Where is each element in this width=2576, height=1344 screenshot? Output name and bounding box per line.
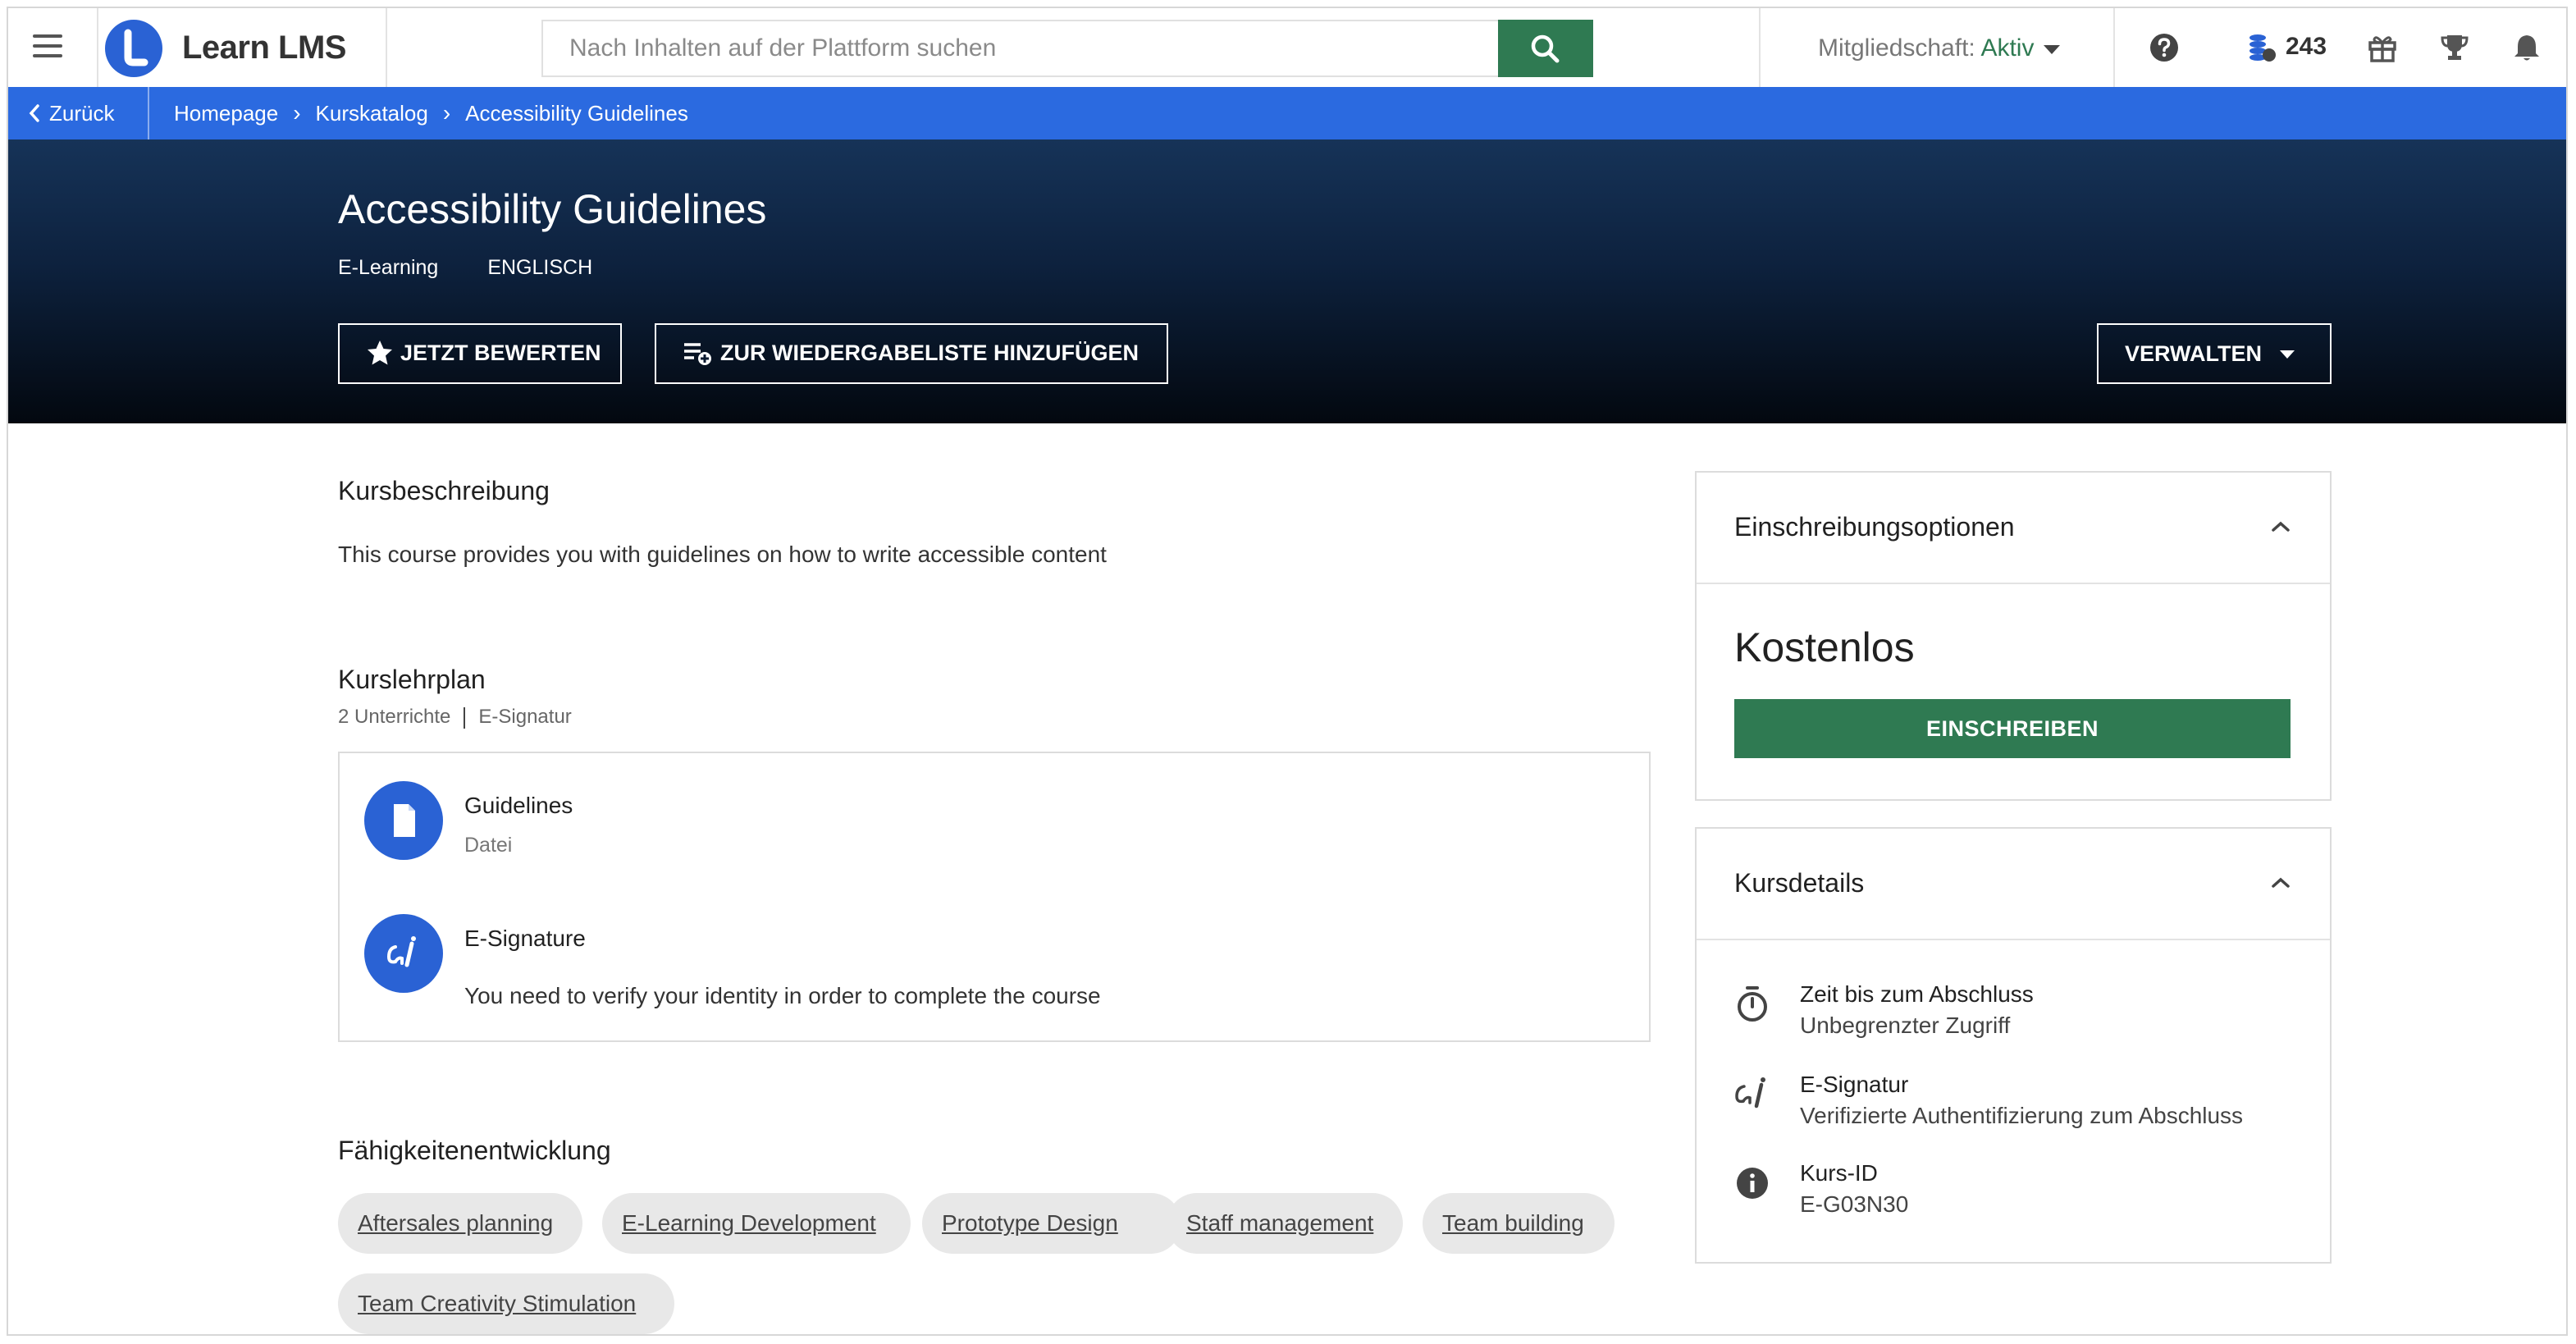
search-icon — [1531, 34, 1560, 62]
skill-tag[interactable]: Team Creativity Stimulation — [338, 1273, 674, 1334]
breadcrumb-homepage[interactable]: Homepage — [174, 87, 278, 139]
skills-heading: Fähigkeitenentwicklung — [338, 1136, 611, 1165]
star-icon — [368, 340, 392, 365]
chevron-down-icon — [2280, 350, 2295, 359]
enrollment-card: Einschreibungsoptionen Kostenlos EINSCHR… — [1695, 471, 2332, 801]
chevron-left-icon — [29, 104, 39, 122]
coins-icon[interactable] — [2245, 31, 2277, 64]
add-to-playlist-button[interactable]: ZUR WIEDERGABELISTE HINZUFÜGEN — [655, 323, 1168, 384]
rate-button-label: JETZT BEWERTEN — [400, 341, 601, 366]
breadcrumb-divider — [148, 87, 149, 139]
help-icon[interactable] — [2148, 31, 2181, 64]
gift-icon[interactable] — [2366, 31, 2399, 64]
lessons-count: 2 Unterrichte — [338, 706, 451, 728]
header-divider — [2113, 8, 2115, 87]
curriculum-item-title: E-Signature — [464, 926, 586, 951]
chevron-right-icon: › — [293, 100, 301, 126]
chevron-up-icon — [2272, 521, 2290, 532]
manage-button-label: VERWALTEN — [2125, 341, 2263, 366]
detail-row-esignature: E-Signatur Verifizierte Authentifizierun… — [1734, 1072, 2309, 1137]
info-icon — [1737, 1168, 1768, 1199]
detail-value: Verifizierte Authentifizierung zum Absch… — [1800, 1103, 2244, 1128]
search-bar — [541, 20, 1593, 77]
playlist-add-icon — [684, 343, 711, 365]
detail-label: Zeit bis zum Abschluss — [1800, 981, 2034, 1007]
skill-tag[interactable]: E-Learning Development — [602, 1193, 911, 1254]
curriculum-item-esignature[interactable]: E-Signature You need to verify your iden… — [364, 914, 1595, 1008]
details-header[interactable]: Kursdetails — [1697, 829, 2330, 940]
signature-icon — [1735, 1077, 1765, 1109]
description-text: This course provides you with guidelines… — [338, 542, 1107, 567]
membership-status: Aktiv — [1980, 34, 2035, 62]
course-details-card: Kursdetails Zeit bis zum Abschluss Unbeg… — [1695, 827, 2332, 1264]
manage-dropdown-button[interactable]: VERWALTEN — [2097, 323, 2332, 384]
back-button[interactable]: Zurück — [28, 87, 114, 139]
menu-icon[interactable] — [33, 34, 62, 59]
course-meta: E-Learning ENGLISCH — [338, 256, 642, 280]
header-divider — [97, 8, 98, 87]
logo-text[interactable]: Learn LMS — [182, 30, 346, 66]
rate-button[interactable]: JETZT BEWERTEN — [338, 323, 622, 384]
curriculum-item-title: Guidelines — [464, 793, 573, 818]
trophy-icon[interactable] — [2438, 31, 2471, 64]
skill-tag[interactable]: Staff management — [1167, 1193, 1403, 1254]
description-heading: Kursbeschreibung — [338, 476, 550, 505]
curriculum-item-subtitle: You need to verify your identity in orde… — [464, 983, 1101, 1008]
top-header: Learn LMS Mitgliedschaft: Aktiv — [8, 8, 2566, 88]
breadcrumb-bar: Zurück Homepage › Kurskatalog › Accessibilit… — [8, 87, 2566, 139]
breadcrumb: Homepage › Kurskatalog › Accessibility Guide… — [174, 87, 688, 139]
page-title: Accessibility Guidelines — [338, 186, 767, 232]
chevron-up-icon — [2272, 877, 2290, 888]
curriculum-list: Guidelines Datei E-Signature You need to… — [338, 752, 1651, 1042]
detail-value: Unbegrenzter Zugriff — [1800, 1013, 2011, 1038]
breadcrumb-catalog[interactable]: Kurskatalog — [316, 87, 428, 139]
price: Kostenlos — [1734, 624, 1915, 670]
back-label: Zurück — [49, 101, 115, 126]
detail-label: E-Signatur — [1800, 1072, 1909, 1097]
meta-divider — [464, 706, 466, 729]
timer-icon — [1738, 986, 1767, 1022]
enrollment-header[interactable]: Einschreibungsoptionen — [1697, 473, 2330, 584]
curriculum-item-subtitle: Datei — [464, 834, 513, 857]
curriculum-tag: E-Signatur — [478, 706, 572, 728]
membership-dropdown[interactable]: Mitgliedschaft: Aktiv — [1818, 34, 2061, 62]
curriculum-heading: Kurslehrplan — [338, 665, 486, 694]
skill-tag[interactable]: Team building — [1423, 1193, 1615, 1254]
breadcrumb-current: Accessibility Guidelines — [465, 101, 688, 126]
header-divider — [386, 8, 387, 87]
detail-value: E-G03N30 — [1800, 1191, 1909, 1217]
chevron-right-icon: › — [442, 100, 451, 126]
header-divider — [1759, 8, 1761, 87]
skill-tag[interactable]: Prototype Design — [922, 1193, 1181, 1254]
course-hero: Accessibility Guidelines E-Learning ENGLI… — [8, 139, 2566, 423]
course-language: ENGLISCH — [487, 256, 593, 279]
detail-label: Kurs-ID — [1800, 1160, 1878, 1186]
enroll-button[interactable]: EINSCHREIBEN — [1734, 699, 2291, 758]
playlist-button-label: ZUR WIEDERGABELISTE HINZUFÜGEN — [720, 341, 1139, 366]
detail-row-course-id: Kurs-ID E-G03N30 — [1734, 1160, 2309, 1226]
curriculum-meta: 2 Unterrichte E-Signatur — [338, 706, 572, 729]
enrollment-heading: Einschreibungsoptionen — [1734, 512, 2015, 542]
file-icon — [364, 781, 443, 860]
search-input[interactable] — [541, 20, 1500, 77]
coins-count[interactable]: 243 — [2286, 33, 2327, 61]
membership-label: Mitgliedschaft: — [1818, 34, 1975, 62]
detail-row-completion-time: Zeit bis zum Abschluss Unbegrenzter Zugr… — [1734, 981, 2309, 1047]
course-type: E-Learning — [338, 256, 439, 279]
logo-icon[interactable] — [105, 20, 162, 77]
search-button[interactable] — [1498, 20, 1593, 77]
signature-icon — [364, 914, 443, 993]
bell-icon[interactable] — [2510, 31, 2543, 64]
app-frame: Learn LMS Mitgliedschaft: Aktiv — [7, 7, 2568, 1336]
skill-tag[interactable]: Aftersales planning — [338, 1193, 582, 1254]
curriculum-item-guidelines[interactable]: Guidelines Datei — [364, 781, 1595, 863]
chevron-down-icon — [2044, 44, 2061, 54]
details-heading: Kursdetails — [1734, 868, 1865, 898]
